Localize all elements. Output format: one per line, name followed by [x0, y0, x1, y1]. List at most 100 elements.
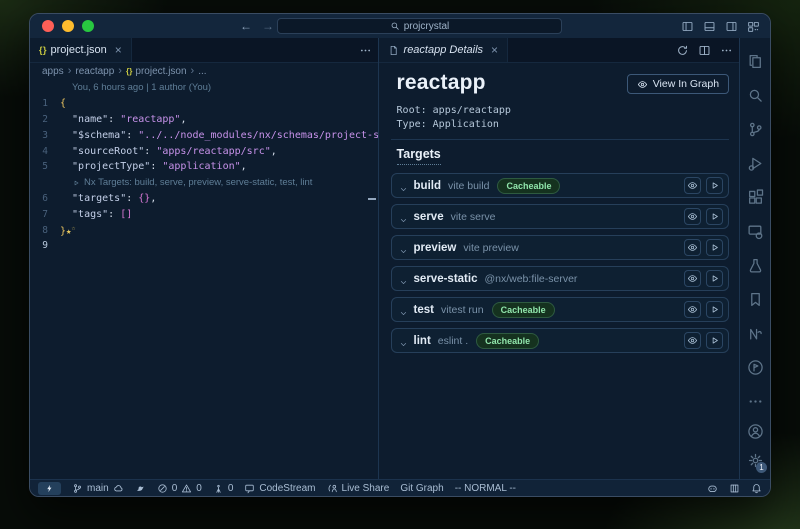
line-number: 8: [30, 225, 60, 236]
status-git-graph[interactable]: Git Graph: [400, 483, 443, 494]
activity-testing-icon[interactable]: [740, 248, 770, 282]
status-copilot[interactable]: [707, 483, 718, 494]
close-tab-icon[interactable]: ×: [115, 43, 122, 57]
status-remote-indicator[interactable]: [38, 482, 61, 495]
view-target-button[interactable]: [684, 177, 701, 194]
breadcrumb-item[interactable]: apps: [42, 66, 64, 77]
run-target-button[interactable]: [706, 239, 723, 256]
line-number: 6: [30, 193, 60, 204]
run-target-button[interactable]: [706, 177, 723, 194]
nx-codelens[interactable]: Nx Targets: build, serve, preview, serve…: [30, 175, 378, 191]
activity-settings-gear-icon[interactable]: 1: [740, 446, 770, 475]
titlebar: ← → projcrystal: [30, 14, 770, 38]
breadcrumb-item[interactable]: reactapp: [75, 66, 114, 77]
target-name: serve-static: [414, 273, 478, 285]
activity-nx-console-icon[interactable]: [740, 316, 770, 350]
run-target-button[interactable]: [706, 270, 723, 287]
status-live-share[interactable]: Live Share: [327, 483, 390, 494]
close-tab-icon[interactable]: ×: [491, 43, 498, 57]
chevron-down-icon[interactable]: [399, 305, 408, 314]
view-in-graph-button[interactable]: View In Graph: [627, 74, 729, 94]
codestream-icon: [244, 483, 255, 494]
activity-pin-icon[interactable]: [740, 350, 770, 384]
code-line[interactable]: 8}★☆: [30, 222, 378, 238]
chevron-down-icon[interactable]: [399, 212, 408, 221]
status-text: main: [87, 483, 109, 494]
tab-project-json[interactable]: { } project.json ×: [30, 38, 132, 62]
code-line[interactable]: 7 "tags": []: [30, 206, 378, 222]
split-editor-icon[interactable]: [698, 44, 711, 57]
back-icon[interactable]: ←: [240, 19, 252, 33]
activity-extensions-icon[interactable]: [740, 180, 770, 214]
run-target-button[interactable]: [706, 208, 723, 225]
view-target-button[interactable]: [684, 270, 701, 287]
code-line[interactable]: 2 "name": "reactapp",: [30, 112, 378, 128]
layout-customize-icon[interactable]: [747, 20, 760, 33]
code-line[interactable]: 1{: [30, 96, 378, 112]
code-line[interactable]: 6 "targets": {},: [30, 191, 378, 207]
chevron-down-icon[interactable]: [399, 181, 408, 190]
target-card-build[interactable]: buildvite buildCacheable: [391, 173, 730, 198]
columns-icon: [729, 483, 740, 494]
chevron-down-icon[interactable]: [399, 336, 408, 345]
status-extension-bird[interactable]: [135, 483, 146, 494]
forward-icon[interactable]: →: [262, 19, 274, 33]
command-center-search[interactable]: projcrystal: [277, 18, 562, 34]
activity-remote-explorer-icon[interactable]: [740, 214, 770, 248]
view-target-button[interactable]: [684, 301, 701, 318]
status-codestream[interactable]: CodeStream: [244, 483, 315, 494]
view-target-button[interactable]: [684, 239, 701, 256]
layout-sidebar-right-icon[interactable]: [725, 20, 738, 33]
line-number: 9: [30, 240, 60, 251]
breadcrumb-item[interactable]: project.json: [135, 66, 186, 77]
close-window-button[interactable]: [42, 20, 54, 32]
zoom-window-button[interactable]: [82, 20, 94, 32]
status-vim-mode[interactable]: -- NORMAL --: [455, 483, 516, 494]
activity-search-icon[interactable]: [740, 78, 770, 112]
refresh-icon[interactable]: [676, 44, 689, 57]
run-target-button[interactable]: [706, 301, 723, 318]
code-line[interactable]: 3 "$schema": "../../node_modules/nx/sche…: [30, 127, 378, 143]
view-target-button[interactable]: [684, 332, 701, 349]
activity-source-control-icon[interactable]: [740, 112, 770, 146]
activity-account-icon[interactable]: [740, 417, 770, 446]
activity-bookmark-icon[interactable]: [740, 282, 770, 316]
target-name: lint: [414, 335, 431, 347]
layout-sidebar-left-icon[interactable]: [681, 20, 694, 33]
breadcrumb-item[interactable]: ...: [198, 66, 206, 77]
status-problems[interactable]: 00: [157, 483, 202, 494]
layout-panel-bottom-icon[interactable]: [703, 20, 716, 33]
code-editor[interactable]: You, 6 hours ago | 1 author (You)1{2 "na…: [30, 79, 378, 479]
run-target-button[interactable]: [706, 332, 723, 349]
code-line[interactable]: 4 "sourceRoot": "apps/reactapp/src",: [30, 143, 378, 159]
status-notifications[interactable]: [751, 483, 762, 494]
minimize-window-button[interactable]: [62, 20, 74, 32]
target-card-lint[interactable]: linteslint .Cacheable: [391, 328, 730, 353]
code-line[interactable]: 5 "projectType": "application",: [30, 159, 378, 175]
line-number: 7: [30, 209, 60, 220]
warning-icon: [181, 483, 192, 494]
target-card-serve-static[interactable]: serve-static@nx/web:file-server: [391, 266, 730, 291]
view-target-button[interactable]: [684, 208, 701, 225]
target-card-test[interactable]: testvitest runCacheable: [391, 297, 730, 322]
activity-run-debug-icon[interactable]: [740, 146, 770, 180]
json-file-icon: { }: [39, 45, 46, 55]
activity-files-icon[interactable]: [740, 44, 770, 78]
breadcrumb[interactable]: apps›reactapp›{ }project.json›...: [30, 63, 378, 79]
settings-badge: 1: [756, 462, 767, 473]
target-card-preview[interactable]: previewvite preview: [391, 235, 730, 260]
line-number: 4: [30, 146, 60, 157]
chevron-down-icon[interactable]: [399, 243, 408, 252]
status-ports[interactable]: 0: [213, 483, 234, 494]
code-line[interactable]: 9: [30, 238, 378, 254]
target-card-serve[interactable]: servevite serve: [391, 204, 730, 229]
activity-more-icon[interactable]: [740, 384, 770, 418]
status-git-branch[interactable]: main: [72, 483, 124, 494]
more-icon[interactable]: [359, 44, 372, 57]
file-icon: [388, 45, 399, 56]
tab-reactapp-details[interactable]: reactapp Details ×: [379, 38, 509, 62]
status-editor-columns[interactable]: [729, 483, 740, 494]
live-share-icon: [327, 483, 338, 494]
more-icon[interactable]: [720, 44, 733, 57]
chevron-down-icon[interactable]: [399, 274, 408, 283]
